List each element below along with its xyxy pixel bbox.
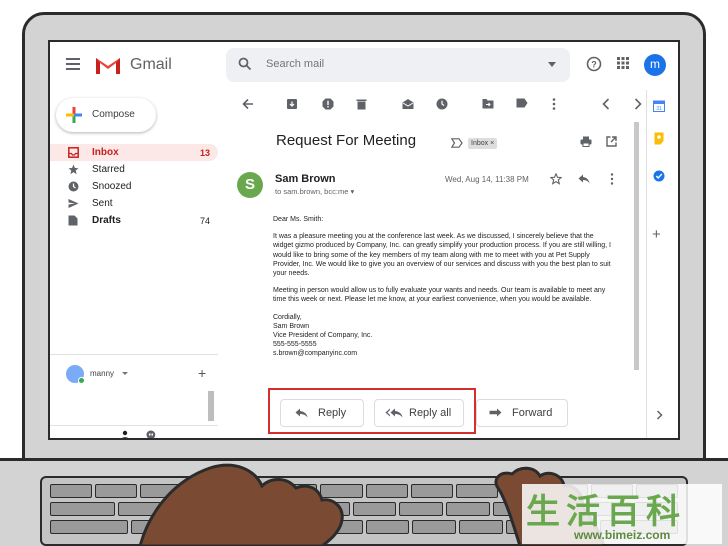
star-outline-icon[interactable]: [550, 173, 562, 185]
mark-unread-icon[interactable]: [402, 98, 414, 110]
gmail-logo-icon: [96, 58, 120, 74]
signature-closing: Cordially,: [273, 313, 302, 321]
print-icon[interactable]: [580, 136, 592, 147]
reply-icon[interactable]: [578, 174, 590, 184]
compose-plus-icon: [66, 107, 82, 123]
watermark-url: www.bimeiz.com: [574, 528, 671, 542]
drafts-count: 74: [199, 215, 210, 226]
gmail-header: Gmail ? m: [50, 42, 678, 90]
search-options-icon[interactable]: [548, 62, 556, 67]
calendar-icon[interactable]: 31: [653, 100, 665, 112]
snooze-icon[interactable]: [436, 98, 448, 110]
sidebar-item-starred[interactable]: Starred: [50, 161, 218, 178]
email-paragraph-2: Meeting in person would allow us to full…: [273, 287, 606, 304]
sidebar-item-label: Inbox: [92, 147, 119, 158]
open-new-window-icon[interactable]: [606, 136, 617, 147]
clock-icon: [68, 181, 88, 192]
email-paragraph-1: It was a pleasure meeting you at the con…: [273, 233, 611, 278]
get-addons-icon[interactable]: +: [652, 226, 661, 243]
help-icon[interactable]: ?: [586, 56, 602, 72]
forward-label: Forward: [512, 407, 553, 419]
signature-title: Vice President of Company, Inc.: [273, 332, 373, 340]
next-chevron-icon[interactable]: [634, 98, 642, 110]
hangouts-chat-icon[interactable]: [146, 430, 156, 440]
email-subject: Request For Meeting: [276, 132, 417, 149]
hangouts-scrollbar[interactable]: [208, 391, 214, 421]
expand-panel-icon[interactable]: [656, 410, 663, 420]
more-options-icon[interactable]: [552, 98, 556, 110]
reply-all-label: Reply all: [409, 407, 452, 419]
compose-label: Compose: [92, 109, 135, 120]
reply-all-button[interactable]: Reply all: [374, 399, 464, 427]
reply-all-arrow-icon: [385, 408, 403, 418]
previous-chevron-icon[interactable]: [602, 98, 610, 110]
email-date: Wed, Aug 14, 11:38 PM: [445, 175, 529, 184]
contacts-icon[interactable]: [120, 430, 130, 440]
delete-icon[interactable]: [356, 98, 367, 110]
importance-marker-icon[interactable]: [451, 138, 463, 148]
apps-grid-icon[interactable]: [616, 56, 630, 70]
online-status-dot: [78, 377, 85, 384]
main-menu-icon[interactable]: [66, 58, 80, 70]
send-icon: [68, 198, 88, 209]
svg-text:?: ?: [591, 60, 597, 70]
reply-label: Reply: [318, 407, 347, 419]
sidebar-item-label: Starred: [92, 164, 125, 175]
message-scrollbar[interactable]: [634, 122, 639, 370]
hangouts-dropdown-icon[interactable]: [122, 372, 128, 375]
email-body: Dear Ms. Smith: It was a pleasure meetin…: [273, 215, 613, 359]
hangouts-footer: [50, 425, 218, 440]
archive-icon[interactable]: [286, 98, 298, 110]
search-input[interactable]: [266, 58, 526, 70]
watermark: 生活百科 www.bimeiz.com: [522, 484, 722, 544]
search-icon[interactable]: [238, 57, 252, 71]
reply-button[interactable]: Reply: [280, 399, 364, 427]
report-spam-icon[interactable]: [322, 98, 334, 110]
laptop-screen: Gmail ? m Co: [48, 40, 680, 440]
draft-icon: [68, 215, 88, 226]
sidebar-item-label: Sent: [92, 198, 113, 209]
sidebar-item-snoozed[interactable]: Snoozed: [50, 178, 218, 195]
label-icon[interactable]: [516, 98, 528, 108]
message-more-icon[interactable]: [610, 173, 614, 185]
forward-arrow-icon: [489, 408, 502, 417]
signature-email: s.brown@companyinc.com: [273, 350, 358, 358]
sender-avatar[interactable]: S: [237, 172, 263, 198]
move-to-icon[interactable]: [482, 98, 494, 109]
signature-phone: 555-555-5555: [273, 341, 317, 349]
signature-name: Sam Brown: [273, 322, 310, 330]
account-avatar[interactable]: m: [644, 54, 666, 76]
new-chat-icon[interactable]: +: [198, 365, 206, 381]
email-greeting: Dear Ms. Smith:: [273, 216, 324, 223]
tasks-icon[interactable]: [653, 170, 665, 182]
sidebar-item-sent[interactable]: Sent: [50, 195, 218, 212]
svg-text:31: 31: [656, 106, 662, 112]
sidebar-item-drafts[interactable]: Drafts 74: [50, 212, 218, 229]
inbox-label-chip[interactable]: Inbox ×: [468, 138, 498, 149]
hangouts-panel: manny +: [50, 354, 218, 440]
back-arrow-icon[interactable]: [242, 98, 254, 110]
forward-button[interactable]: Forward: [476, 399, 568, 427]
keep-icon[interactable]: [654, 132, 664, 145]
sidebar-item-inbox[interactable]: Inbox 13: [50, 144, 218, 161]
star-icon: [68, 164, 88, 175]
sender-name[interactable]: Sam Brown: [275, 173, 336, 185]
recipients-line[interactable]: to sam.brown, bcc:me ▾: [275, 187, 354, 196]
inbox-icon: [68, 147, 88, 158]
reply-arrow-icon: [295, 408, 308, 418]
app-name: Gmail: [130, 56, 172, 73]
watermark-characters: 生活百科: [526, 492, 686, 532]
sidebar-nav: Inbox 13 Starred Snoozed Sent Drafts 74: [50, 144, 218, 229]
sidebar-item-label: Snoozed: [92, 181, 132, 192]
inbox-count: 13: [199, 147, 210, 158]
search-bar[interactable]: [226, 48, 570, 82]
hangouts-username[interactable]: manny: [90, 369, 114, 378]
addons-rail: 31 +: [646, 90, 678, 438]
sidebar-item-label: Drafts: [92, 215, 121, 226]
compose-button[interactable]: Compose: [56, 98, 156, 132]
